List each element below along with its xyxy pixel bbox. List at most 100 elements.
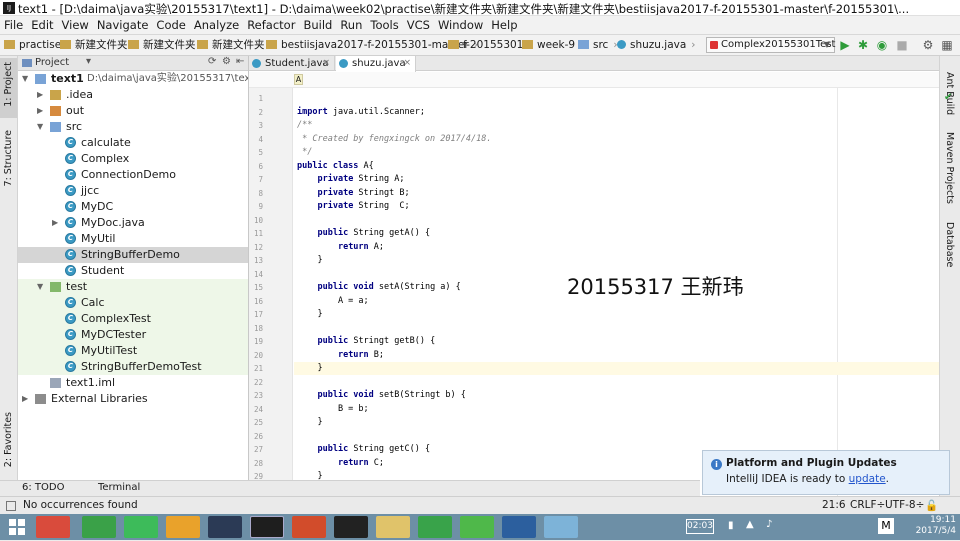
todo-tool-tab[interactable]: 6: TODO	[22, 482, 64, 493]
wechat-icon[interactable]	[460, 516, 494, 538]
tree-item[interactable]: text1.iml	[18, 375, 248, 391]
menu-vcs[interactable]: VCS	[403, 16, 434, 34]
maven-projects-tool-tab[interactable]: Maven Projects	[944, 132, 955, 204]
menu-analyze[interactable]: Analyze	[190, 16, 243, 34]
expand-arrow-down-icon[interactable]: ▼	[37, 119, 43, 135]
expand-arrow-right-icon[interactable]: ▶	[37, 87, 43, 103]
breadcrumb-item[interactable]: 新建文件夹›	[128, 38, 205, 52]
expand-arrow-right-icon[interactable]: ▶	[52, 215, 58, 231]
tree-item[interactable]: C StringBufferDemo	[18, 247, 248, 263]
menu-edit[interactable]: Edit	[27, 16, 57, 34]
project-tool-tab[interactable]: 1: Project	[3, 62, 14, 107]
terminal-tool-tab[interactable]: Terminal	[98, 482, 140, 493]
breadcrumb-item[interactable]: 新建文件夹›	[60, 38, 137, 52]
hide-icon[interactable]: ⇤	[236, 56, 244, 67]
chevron-down-icon[interactable]: ▾	[86, 56, 91, 67]
qq-browser-icon[interactable]	[418, 516, 452, 538]
volume-icon[interactable]: ♪	[766, 519, 772, 530]
iqiyi-icon[interactable]	[124, 516, 158, 538]
system-clock[interactable]: 19:11 2017/5/4	[916, 515, 956, 537]
file-encoding[interactable]: UTF-8÷	[885, 499, 924, 511]
menu-tools[interactable]: Tools	[366, 16, 402, 34]
tree-item[interactable]: Cjjcc	[18, 183, 248, 199]
breadcrumb-item[interactable]: week-9›	[522, 38, 584, 52]
tree-item[interactable]: ▶ .idea	[18, 87, 248, 103]
expand-arrow-right-icon[interactable]: ▶	[37, 103, 43, 119]
breadcrumb-item[interactable]: f-20155301›	[448, 38, 533, 52]
tree-item[interactable]: ▼ test	[18, 279, 248, 295]
sync-icon[interactable]: ⟳	[208, 56, 216, 67]
close-icon[interactable]: ×	[322, 56, 330, 71]
lock-icon[interactable]: 🔓	[925, 499, 938, 512]
project-structure-icon[interactable]: ▦	[940, 38, 954, 52]
expand-arrow-down-icon[interactable]: ▼	[37, 279, 43, 295]
run-configuration-select[interactable]: Complex20155301Test ▼	[706, 37, 835, 53]
class-crumb[interactable]: A	[294, 74, 303, 85]
breadcrumb-item[interactable]: src ›	[578, 38, 618, 52]
menu-file[interactable]: File	[0, 16, 27, 34]
tree-item[interactable]: C MyDC	[18, 199, 248, 215]
breadcrumb-item[interactable]: 新建文件夹›	[197, 38, 274, 52]
editor-breadcrumb: A	[249, 72, 939, 88]
ime-mode-icon[interactable]: M	[878, 518, 894, 534]
tree-item[interactable]: C StringBufferDemoTest	[18, 359, 248, 375]
database-tool-tab[interactable]: Database	[944, 222, 955, 267]
menu-navigate[interactable]: Navigate	[93, 16, 153, 34]
asm-icon[interactable]	[502, 516, 536, 538]
favorites-tool-tab[interactable]: 2: Favorites	[3, 412, 14, 467]
tree-item[interactable]: C MyUtilTest	[18, 343, 248, 359]
menu-refactor[interactable]: Refactor	[243, 16, 299, 34]
tree-item[interactable]: C MyUtil	[18, 231, 248, 247]
menu-code[interactable]: Code	[152, 16, 189, 34]
browser-icon[interactable]	[166, 516, 200, 538]
breadcrumb-item[interactable]: shuzu.java ›	[617, 38, 696, 52]
visual-studio-icon[interactable]	[208, 516, 242, 538]
menu-build[interactable]: Build	[299, 16, 336, 34]
run-icon[interactable]: ▶	[838, 38, 852, 52]
gear-icon[interactable]: ⚙	[222, 56, 231, 67]
tree-item[interactable]: ▼ src	[18, 119, 248, 135]
file-explorer-icon[interactable]	[376, 516, 410, 538]
network-icon[interactable]: ▲	[746, 519, 754, 530]
notes-icon[interactable]	[544, 516, 578, 538]
update-notification[interactable]: i Platform and Plugin Updates IntelliJ I…	[702, 450, 950, 495]
caret-position[interactable]: 21:6	[822, 499, 846, 511]
tree-item[interactable]: ▶ C MyDoc.java	[18, 215, 248, 231]
tab-student-java[interactable]: Student.java ×	[249, 56, 335, 71]
menu-window[interactable]: Window	[434, 16, 487, 34]
tree-item[interactable]: C Student	[18, 263, 248, 279]
windows-start-icon[interactable]	[6, 516, 28, 538]
tree-item[interactable]: C ConnectionDemo	[18, 167, 248, 183]
tree-item[interactable]: Ccalculate	[18, 135, 248, 151]
line-separator[interactable]: CRLF÷	[850, 499, 885, 511]
tree-item[interactable]: C MyDCTester	[18, 327, 248, 343]
tool-window-toggle-icon[interactable]	[6, 501, 16, 511]
tree-item[interactable]: ▼ text1 D:\daima\java实验\20155317\text1	[18, 71, 248, 87]
expand-arrow-down-icon[interactable]: ▼	[22, 71, 28, 87]
battery-icon[interactable]: ▮	[728, 520, 734, 531]
tree-item[interactable]: C Complex	[18, 151, 248, 167]
tree-item[interactable]: C ComplexTest	[18, 311, 248, 327]
stop-icon[interactable]: ■	[895, 38, 909, 52]
menu-help[interactable]: Help	[487, 16, 521, 34]
project-panel-title[interactable]: Project	[35, 57, 69, 68]
close-icon[interactable]: ×	[403, 56, 411, 71]
coverage-icon[interactable]: ◉	[875, 38, 889, 52]
breadcrumb-item[interactable]: bestiisjava2017-f-20155301-master ›	[266, 38, 478, 52]
office-icon[interactable]	[292, 516, 326, 538]
expand-arrow-right-icon[interactable]: ▶	[22, 391, 28, 407]
game-icon[interactable]	[334, 516, 368, 538]
intellij-taskbar-icon[interactable]	[250, 516, 284, 538]
update-link[interactable]: update	[849, 473, 886, 485]
settings-icon[interactable]: ⚙	[921, 38, 935, 52]
store-icon[interactable]	[82, 516, 116, 538]
debug-icon[interactable]: ✱	[856, 38, 870, 52]
structure-tool-tab[interactable]: 7: Structure	[3, 130, 14, 186]
tab-shuzu-java[interactable]: shuzu.java ×	[336, 56, 416, 72]
menu-run[interactable]: Run	[336, 16, 366, 34]
sogou-input-icon[interactable]	[36, 516, 70, 538]
tree-item[interactable]: C Calc	[18, 295, 248, 311]
tree-item[interactable]: ▶ External Libraries	[18, 391, 248, 407]
menu-view[interactable]: View	[58, 16, 93, 34]
tree-item[interactable]: ▶ out	[18, 103, 248, 119]
